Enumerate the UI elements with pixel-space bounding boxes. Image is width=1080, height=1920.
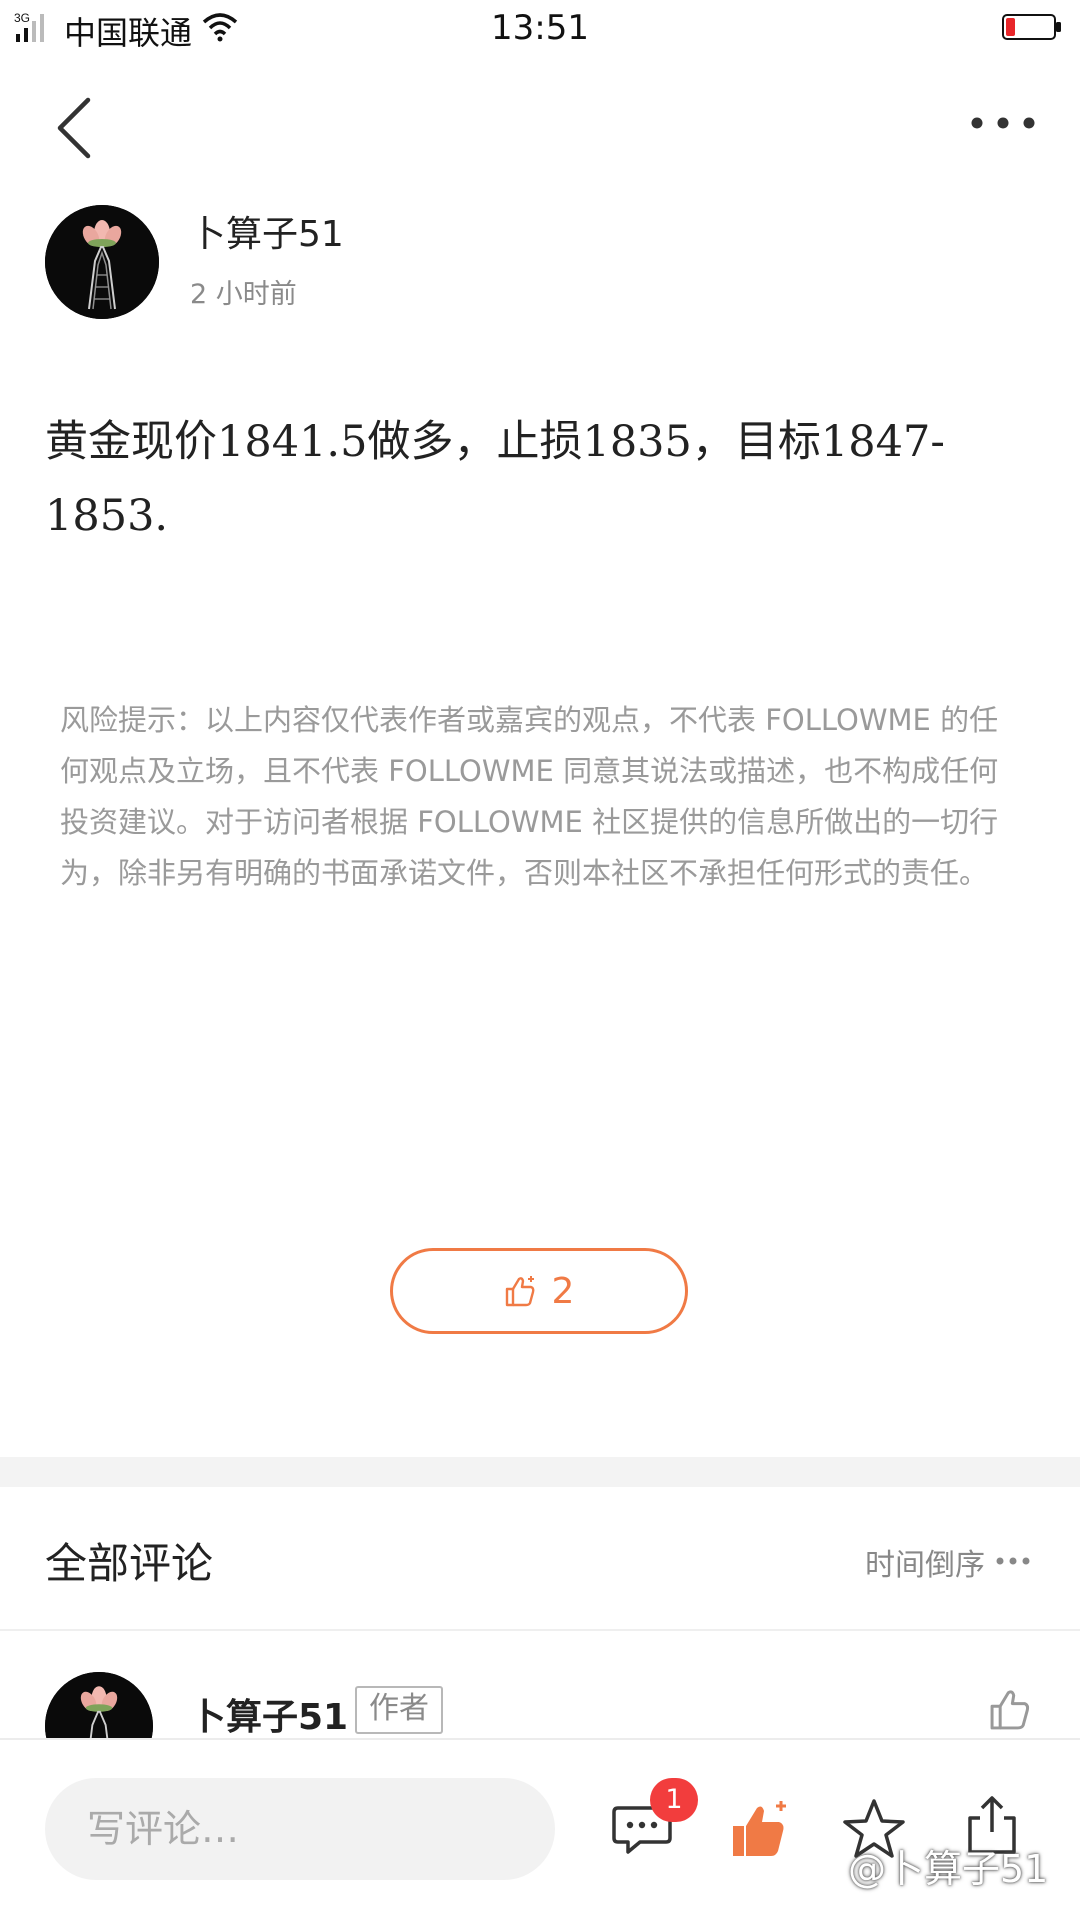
author-name[interactable]: 卜算子51 — [190, 205, 344, 257]
sort-order-button[interactable]: 时间倒序 — [865, 1540, 985, 1584]
comment-count-badge: 1 — [650, 1778, 698, 1822]
author-avatar[interactable] — [45, 205, 159, 319]
section-divider — [0, 1457, 1080, 1487]
back-button[interactable] — [50, 96, 100, 160]
post-body: 黄金现价1841.5做多，止损1835，目标1847-1853. — [45, 417, 945, 541]
comment-like-button[interactable] — [988, 1686, 1034, 1732]
more-button[interactable] — [968, 108, 1038, 138]
like-count: 2 — [551, 1270, 575, 1312]
battery-icon — [1002, 14, 1061, 40]
like-button[interactable]: 2 — [390, 1248, 688, 1334]
chevron-left-icon — [57, 97, 91, 159]
bottom-like-button[interactable] — [728, 1798, 792, 1862]
sort-more-icon[interactable] — [995, 1556, 1031, 1566]
lotus-avatar-image — [45, 205, 159, 319]
watermark: @卜算子51 — [848, 1847, 1049, 1891]
divider — [0, 1629, 1080, 1631]
more-horizontal-icon — [971, 117, 1035, 129]
thumbs-up-outline-icon — [990, 1690, 1030, 1730]
comment-input[interactable] — [45, 1778, 555, 1880]
thumbs-up-filled-icon — [733, 1801, 786, 1856]
status-bar: 3G 中国联通 13:51 — [0, 0, 1080, 60]
thumbs-up-icon — [505, 1276, 534, 1307]
risk-disclaimer: 风险提示：以上内容仅代表作者或嘉宾的观点，不代表 FOLLOWME 的任何观点及… — [60, 703, 999, 890]
author-badge: 作者 — [355, 1686, 443, 1734]
post-timestamp: 2 小时前 — [190, 279, 297, 310]
comment-author-name[interactable]: 卜算子51 — [190, 1688, 348, 1740]
comments-title: 全部评论 — [45, 1539, 214, 1588]
clock: 13:51 — [491, 8, 589, 48]
